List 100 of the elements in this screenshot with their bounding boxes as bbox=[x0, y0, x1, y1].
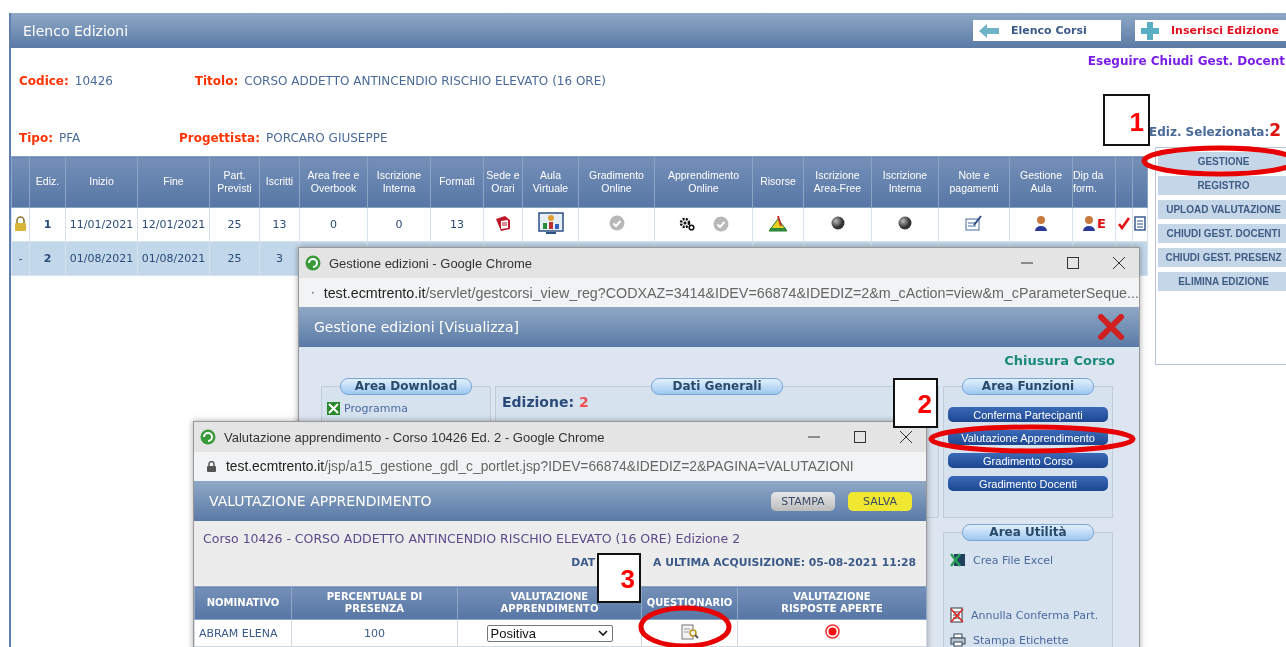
gears-icon[interactable] bbox=[678, 216, 695, 231]
column-header: Iscrizione Interna bbox=[871, 156, 939, 208]
maximize-icon[interactable] bbox=[1067, 257, 1079, 269]
field-label: Codice: bbox=[19, 74, 69, 88]
function-button[interactable]: Conferma Partecipanti bbox=[948, 407, 1108, 422]
browser-logo-icon bbox=[305, 255, 321, 271]
column-header: Inizio bbox=[65, 156, 138, 208]
action-button[interactable]: SALVA bbox=[848, 491, 912, 511]
url-text: test.ecmtrento.it/jsp/a15_gestione_gdl_c_portlet.jsp?IDEV=66874&IDEDIZ=2&PAGINA=VALUTAZIONI bbox=[226, 459, 854, 474]
column-header: PERCENTUALE DI PRESENZA bbox=[325, 591, 424, 615]
person-icon[interactable] bbox=[1034, 215, 1048, 231]
browser-logo-icon bbox=[200, 429, 216, 445]
table-cell: 25 bbox=[209, 207, 260, 242]
back-arrow-icon bbox=[979, 23, 999, 38]
section-title: Dati Generali bbox=[651, 378, 783, 395]
ruler-icon[interactable] bbox=[768, 214, 788, 232]
nav-button[interactable]: Elenco Corsi bbox=[973, 20, 1121, 41]
field-value: PFA bbox=[58, 131, 82, 145]
address-bar[interactable]: test.ecmtrento.it/servlet/gestcorsi_view_reg?CODXAZ=3414&IDEV=66874&IDEDIZ=2&m_cAction=view&m_cParameterSeque... bbox=[299, 278, 1139, 307]
notice-text: Eseguire Chiudi Gest. Docent bbox=[1087, 54, 1285, 68]
column-header: NOMINATIVO bbox=[206, 597, 280, 609]
column-header: VALUTAZIONE RISPOSTE APERTE bbox=[780, 591, 884, 615]
notepad-icon[interactable] bbox=[965, 215, 983, 231]
document-search-icon[interactable] bbox=[680, 623, 699, 640]
menu-item[interactable]: ELIMINA EDIZIONE bbox=[1158, 272, 1286, 291]
acquisition-text: DAT bbox=[571, 556, 596, 569]
page-title: Gestione edizioni [Visualizza] bbox=[314, 319, 519, 335]
radio-icon[interactable] bbox=[824, 624, 840, 639]
section-title: Area Download bbox=[340, 378, 472, 395]
download-link[interactable]: Programma bbox=[344, 402, 408, 415]
function-button[interactable]: Valutazione Apprendimento bbox=[948, 430, 1108, 445]
close-icon[interactable] bbox=[1113, 257, 1125, 269]
cancelled-document-icon[interactable] bbox=[950, 607, 964, 623]
address-bar[interactable]: test.ecmtrento.it/jsp/a15_gestione_gdl_c_portlet.jsp?IDEV=66874&IDEDIZ=2&PAGINA=VALUTAZIONI bbox=[194, 452, 926, 481]
maximize-icon[interactable] bbox=[854, 431, 866, 443]
column-header: Note e pagamenti bbox=[938, 156, 1010, 208]
column-header: Area free e Overbook bbox=[299, 156, 368, 208]
letter-label: E bbox=[1097, 215, 1106, 231]
select-field[interactable]: Positiva bbox=[486, 624, 613, 642]
table-cell: 0 bbox=[299, 207, 368, 242]
close-icon[interactable] bbox=[900, 431, 912, 443]
column-header: Aula Virtuale bbox=[522, 156, 579, 208]
column-header: Formati bbox=[430, 156, 484, 208]
step-number: 1 bbox=[1103, 94, 1150, 146]
page-title: VALUTAZIONE APPRENDIMENTO bbox=[209, 493, 432, 509]
function-button[interactable]: Gradimento Corso bbox=[948, 453, 1108, 468]
table-cell: 11/01/2021 bbox=[65, 207, 138, 242]
column-header: Apprendimento Online bbox=[654, 156, 753, 208]
table-cell: ABRAM ELENA bbox=[194, 619, 292, 647]
step-number: 2 bbox=[893, 378, 938, 428]
monitor-icon[interactable] bbox=[537, 211, 564, 235]
course-title: Corso 10426 - CORSO ADDETTO ANTINCENDIO RISCHIO ELEVATO (16 ORE) Edizione 2 bbox=[203, 531, 742, 546]
page-title: Elenco Edizioni bbox=[23, 22, 129, 39]
document-icon[interactable] bbox=[494, 215, 512, 231]
checkmark-icon[interactable] bbox=[1118, 216, 1130, 230]
utility-link[interactable]: Crea File Excel bbox=[973, 553, 1053, 567]
section-title: Area Utilità bbox=[962, 524, 1094, 541]
action-button[interactable]: STAMPA bbox=[771, 491, 835, 511]
column-header: Gestione Aula bbox=[1009, 156, 1073, 208]
field-label: Progettista: bbox=[178, 131, 260, 145]
table-cell: 13 bbox=[430, 207, 484, 242]
status-text: Chiusura Corso bbox=[1003, 353, 1115, 368]
check-circle-icon[interactable] bbox=[608, 215, 625, 231]
menu-item[interactable]: REGISTRO bbox=[1158, 176, 1286, 195]
selected-edition-value: 2 bbox=[1269, 120, 1282, 140]
plus-icon bbox=[1141, 21, 1159, 40]
utility-link[interactable]: Annulla Conferma Part. bbox=[971, 608, 1099, 622]
check-circle-icon[interactable] bbox=[712, 215, 729, 232]
spreadsheet-icon[interactable] bbox=[950, 553, 966, 567]
printer-icon[interactable] bbox=[950, 633, 966, 647]
column-header: Fine bbox=[137, 156, 210, 208]
field-value: 10426 bbox=[74, 74, 114, 88]
column-header: Gradimento Online bbox=[578, 156, 655, 208]
column-header: VALUTAZIONE APPRENDIMENTO bbox=[499, 591, 600, 615]
function-button[interactable]: Gradimento Docenti bbox=[948, 476, 1108, 491]
menu-item[interactable]: CHIUDI GEST. PRESENZ bbox=[1158, 248, 1286, 267]
utility-link[interactable]: Stampa Etichette bbox=[973, 633, 1069, 647]
selected-edition-label: Ediz. Selezionata: bbox=[1149, 125, 1270, 139]
table-cell: 100 bbox=[291, 619, 458, 647]
table-cell: 13 bbox=[259, 207, 300, 242]
field-value: PORCARO GIUSEPPE bbox=[266, 131, 388, 145]
sphere-icon[interactable] bbox=[898, 216, 912, 230]
checkbox-icon bbox=[327, 402, 340, 415]
field-value: CORSO ADDETTO ANTINCENDIO RISCHIO ELEVATO (16 ORE) bbox=[244, 74, 606, 88]
sphere-icon[interactable] bbox=[830, 216, 845, 230]
table-cell: 12/01/2021 bbox=[137, 207, 210, 242]
table-cell: 1 bbox=[29, 207, 66, 242]
nav-button[interactable]: Inserisci Edizione bbox=[1135, 20, 1286, 41]
field-label: Titolo: bbox=[194, 74, 239, 88]
menu-item[interactable]: CHIUDI GEST. DOCENTI bbox=[1158, 224, 1286, 243]
column-header: Iscrizione Interna bbox=[367, 156, 431, 208]
table-cell: 01/08/2021 bbox=[137, 241, 210, 276]
column-header: Dip da form. bbox=[1072, 156, 1116, 208]
padlock-icon bbox=[14, 215, 27, 231]
table-cell: 0 bbox=[367, 207, 431, 242]
document-icon[interactable] bbox=[1134, 215, 1146, 231]
table-row[interactable]: 1 11/01/2021 12/01/2021 25 13 0 0 13 E bbox=[11, 207, 1148, 242]
column-header: Part. Previsti bbox=[209, 156, 260, 208]
menu-item[interactable]: UPLOAD VALUTAZIONE bbox=[1158, 200, 1286, 219]
person-icon[interactable] bbox=[1082, 215, 1097, 231]
